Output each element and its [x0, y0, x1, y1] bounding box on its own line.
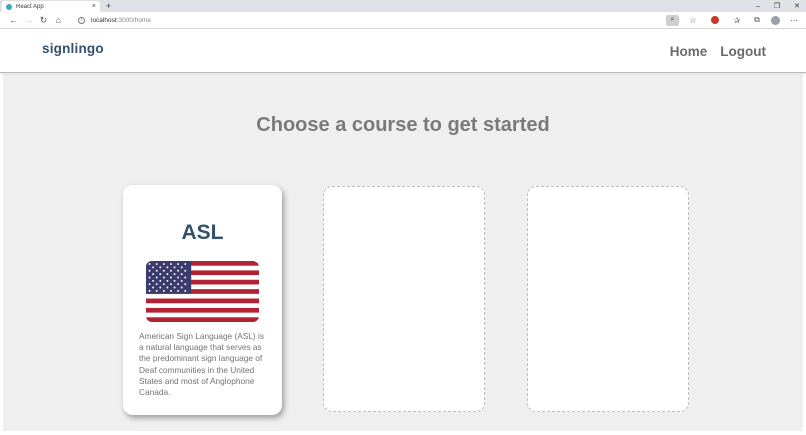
- site-info-icon[interactable]: i: [78, 16, 85, 24]
- url-field[interactable]: i localhost:3000/home: [74, 14, 664, 27]
- favorite-star-icon[interactable]: ☆: [687, 16, 699, 25]
- address-bar: ← → ↻ ⌂ i localhost:3000/home ⌕ ☆ ✰ ⧉ ⋯: [0, 12, 806, 29]
- window-close-icon[interactable]: ✕: [794, 2, 800, 10]
- collections-icon[interactable]: ⧉: [751, 15, 763, 25]
- course-selection: Choose a course to get started ASL Ameri…: [3, 74, 803, 431]
- course-title: ASL: [181, 221, 224, 244]
- url-host: localhost: [91, 16, 117, 24]
- profile-avatar-icon[interactable]: [771, 15, 780, 25]
- back-arrow-icon[interactable]: ←: [6, 12, 21, 29]
- course-card-placeholder: [323, 186, 485, 412]
- react-favicon-icon: [6, 3, 12, 10]
- main-nav: Home Logout: [670, 42, 766, 59]
- tab-close-icon[interactable]: ×: [92, 3, 96, 10]
- course-card-placeholder: [527, 186, 689, 412]
- us-flag-icon: [146, 261, 259, 322]
- browser-tab[interactable]: React App ×: [2, 1, 100, 12]
- new-tab-button[interactable]: +: [106, 1, 111, 12]
- browser-tab-bar: React App × + – ❐ ✕: [0, 0, 806, 12]
- app-header: signlingo Home Logout: [0, 29, 806, 73]
- minimize-icon[interactable]: –: [756, 3, 760, 10]
- logo[interactable]: signlingo: [42, 41, 104, 56]
- browser-toolbar: ⌕ ☆ ✰ ⧉ ⋯: [666, 14, 800, 26]
- refresh-icon[interactable]: ↻: [36, 12, 51, 29]
- home-icon[interactable]: ⌂: [51, 12, 66, 29]
- tab-title: React App: [16, 3, 44, 10]
- url-path: :3000/home: [116, 16, 151, 24]
- course-card-asl[interactable]: ASL American Sign Language (ASL) is a na…: [123, 185, 282, 415]
- favorites-icon[interactable]: ✰: [731, 16, 743, 25]
- maximize-icon[interactable]: ❐: [774, 2, 780, 10]
- nav-home-link[interactable]: Home: [670, 44, 708, 59]
- zoom-icon[interactable]: ⌕: [666, 14, 679, 26]
- page-title: Choose a course to get started: [256, 114, 550, 136]
- window-controls: – ❐ ✕: [756, 0, 800, 12]
- app-root: signlingo Home Logout Choose a course to…: [0, 29, 806, 435]
- extension-icon[interactable]: [711, 16, 719, 24]
- course-description: American Sign Language (ASL) is a natura…: [139, 331, 264, 398]
- more-menu-icon[interactable]: ⋯: [788, 16, 800, 25]
- nav-logout-link[interactable]: Logout: [720, 44, 766, 59]
- forward-arrow-icon[interactable]: →: [21, 12, 36, 29]
